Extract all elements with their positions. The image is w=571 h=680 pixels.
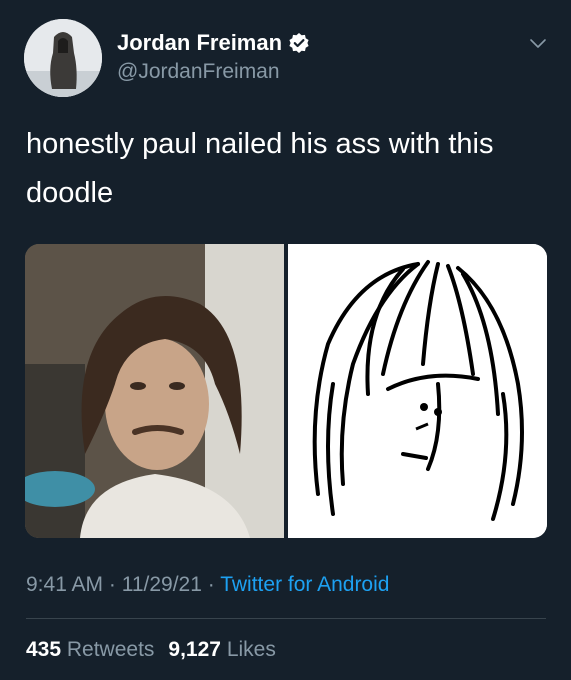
meta-separator: · bbox=[201, 573, 221, 596]
tweet-text: honestly paul nailed his ass with this d… bbox=[26, 128, 494, 209]
tweet-date[interactable]: 11/29/21 bbox=[122, 573, 202, 596]
media-photo[interactable] bbox=[25, 244, 284, 538]
media-grid bbox=[25, 244, 547, 538]
tweet-source-link[interactable]: Twitter for Android bbox=[220, 573, 389, 596]
likes-stat[interactable]: 9,127 Likes bbox=[168, 638, 275, 661]
retweets-count: 435 bbox=[26, 638, 62, 661]
verified-badge-icon bbox=[288, 32, 310, 54]
tweet-stats: 435 Retweets 9,127 Likes bbox=[26, 638, 276, 662]
divider bbox=[26, 618, 546, 619]
retweets-stat[interactable]: 435 Retweets bbox=[26, 638, 154, 661]
chevron-down-icon[interactable] bbox=[528, 33, 548, 53]
tweet-card: Jordan Freiman @JordanFreiman honestly p… bbox=[0, 0, 571, 680]
tweet-metadata: 9:41 AM · 11/29/21 · Twitter for Android bbox=[26, 573, 389, 597]
likes-count: 9,127 bbox=[168, 638, 221, 661]
media-doodle[interactable] bbox=[288, 244, 547, 538]
likes-label: Likes bbox=[220, 638, 276, 661]
retweets-label: Retweets bbox=[61, 638, 155, 661]
display-name-text: Jordan Freiman bbox=[117, 30, 283, 55]
meta-separator: · bbox=[103, 573, 122, 596]
display-name[interactable]: Jordan Freiman bbox=[117, 30, 310, 56]
user-handle[interactable]: @JordanFreiman bbox=[117, 60, 280, 84]
tweet-time[interactable]: 9:41 AM bbox=[26, 573, 103, 596]
avatar[interactable] bbox=[24, 19, 102, 97]
